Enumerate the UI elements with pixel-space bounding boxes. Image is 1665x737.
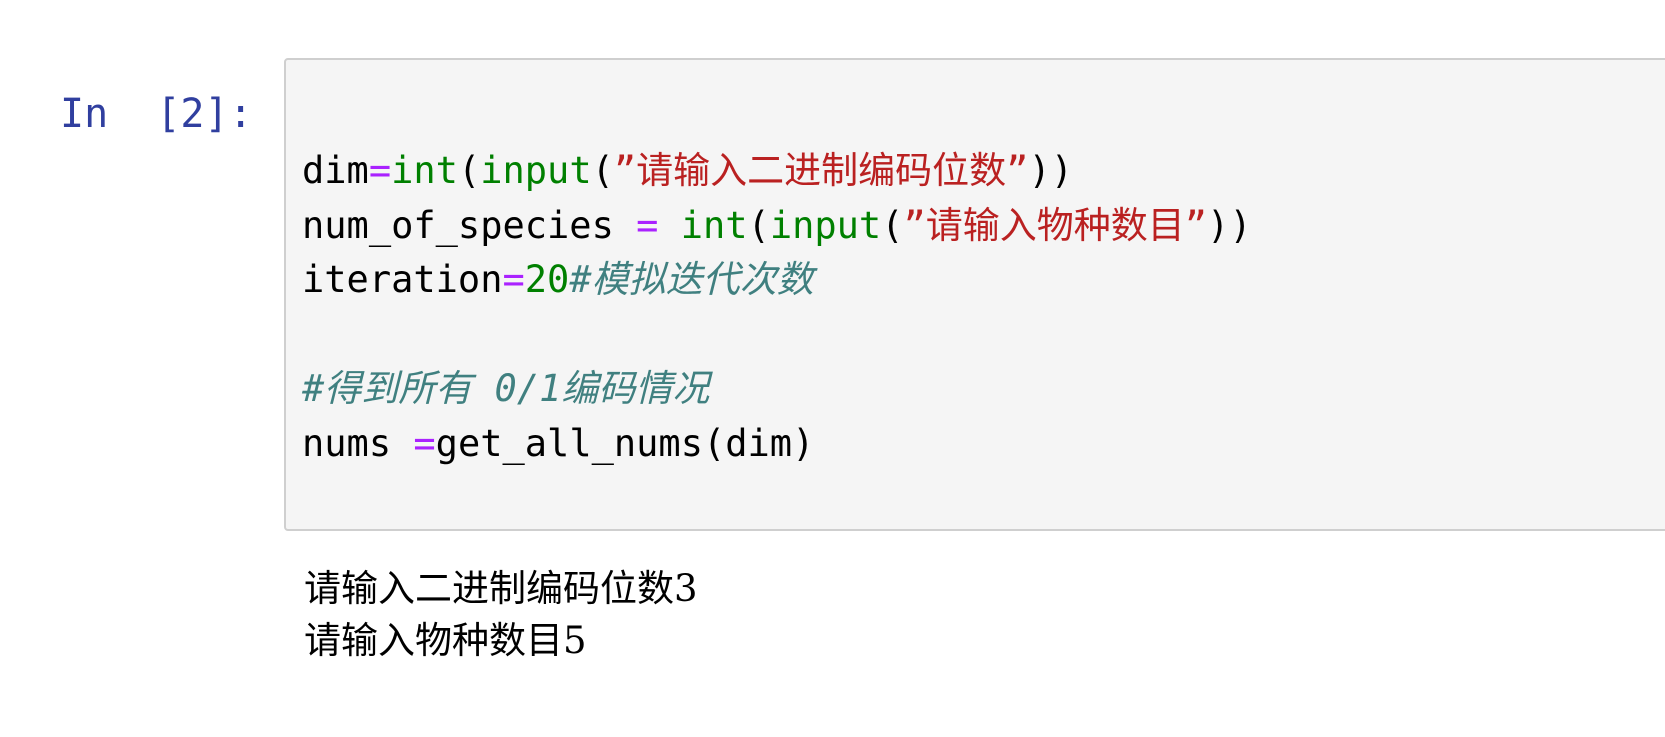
- code-token: (: [881, 203, 904, 247]
- code-token: =: [413, 421, 436, 465]
- code-editor[interactable]: dim=int(input(”请输入二进制编码位数”)) num_of_speci…: [284, 58, 1665, 531]
- output-line: 请输入物种数目5: [304, 619, 587, 662]
- code-token: iteration: [302, 258, 503, 301]
- cell-output: 请输入二进制编码位数3 请输入物种数目5: [304, 563, 698, 667]
- code-token: =: [368, 149, 392, 192]
- code-comment: #模拟迭代次数: [569, 258, 814, 301]
- code-block[interactable]: dim=int(input(”请输入二进制编码位数”)) num_of_speci…: [302, 144, 1252, 471]
- code-line-2: num_of_species = int(input(”请输入物种数目”)): [302, 199, 1252, 254]
- code-token: =: [502, 258, 525, 301]
- code-token: int: [680, 203, 748, 247]
- code-token: )): [1028, 149, 1074, 192]
- code-token: input: [480, 149, 592, 192]
- code-line-1: dim=int(input(”请输入二进制编码位数”)): [302, 144, 1252, 199]
- code-token: num_of_species: [302, 203, 637, 247]
- code-token: nums: [302, 421, 414, 465]
- code-token: dim: [302, 149, 369, 192]
- code-token: (: [591, 149, 614, 192]
- code-comment: #得到所有 0/1编码情况: [302, 367, 710, 410]
- code-token: ”请输入物种数目”: [903, 203, 1208, 247]
- code-line-3: iteration=20#模拟迭代次数: [302, 253, 1252, 308]
- code-token: get_all_nums(dim): [435, 421, 815, 465]
- code-token: input: [769, 203, 882, 247]
- code-token: =: [636, 203, 659, 247]
- code-line-5: #得到所有 0/1编码情况: [302, 362, 1252, 417]
- output-line: 请输入二进制编码位数3: [304, 567, 698, 610]
- code-token: )): [1207, 203, 1252, 247]
- code-token: 20: [524, 258, 570, 301]
- code-token: (: [457, 149, 481, 192]
- code-token: (: [747, 203, 770, 247]
- code-token: int: [391, 149, 458, 192]
- code-line-6: nums =get_all_nums(dim): [302, 417, 1252, 472]
- input-prompt: In [2]:: [60, 91, 253, 137]
- code-token: ”请输入二进制编码位数”: [613, 149, 1029, 192]
